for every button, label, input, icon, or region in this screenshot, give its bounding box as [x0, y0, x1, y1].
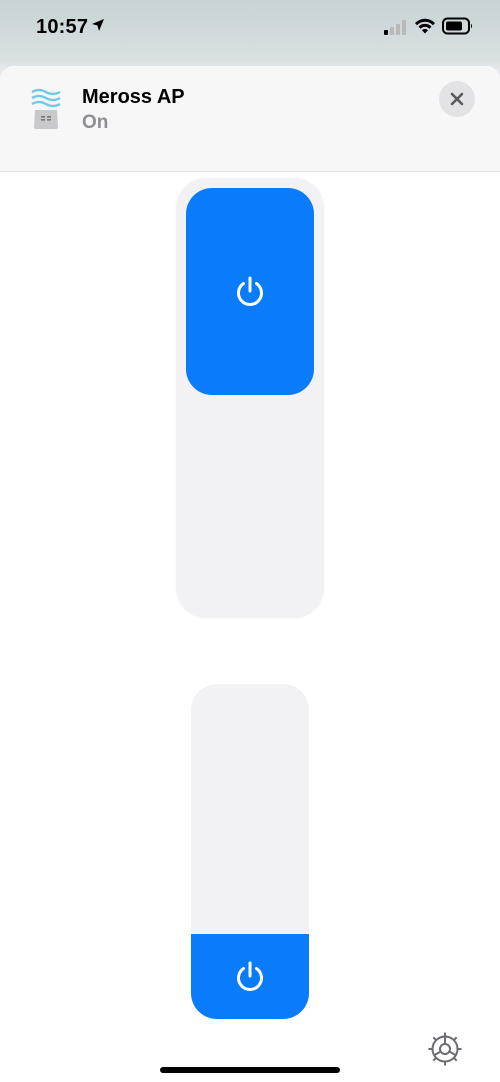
- secondary-power-toggle[interactable]: [191, 684, 309, 1019]
- home-indicator[interactable]: [160, 1067, 340, 1073]
- battery-icon: [442, 17, 472, 35]
- accessory-detail-sheet: Meross AP On: [0, 66, 500, 1082]
- close-icon: [450, 92, 464, 106]
- device-status: On: [82, 112, 109, 133]
- status-bar: 10:57: [0, 0, 500, 60]
- secondary-power-fill: [191, 934, 309, 1019]
- main-power-toggle[interactable]: [176, 178, 324, 618]
- wifi-icon: [415, 18, 435, 34]
- sheet-header: Meross AP On: [0, 66, 500, 172]
- air-purifier-icon: [31, 88, 61, 129]
- location-arrow-icon: [92, 19, 104, 31]
- status-time: 10:57: [36, 16, 89, 38]
- power-icon: [237, 276, 263, 306]
- power-icon: [237, 961, 263, 991]
- gear-icon[interactable]: [426, 1030, 464, 1068]
- cellular-signal-icon: [384, 20, 406, 35]
- main-power-fill: [186, 188, 314, 395]
- close-button[interactable]: [439, 81, 475, 117]
- device-name: Meross AP: [82, 86, 185, 108]
